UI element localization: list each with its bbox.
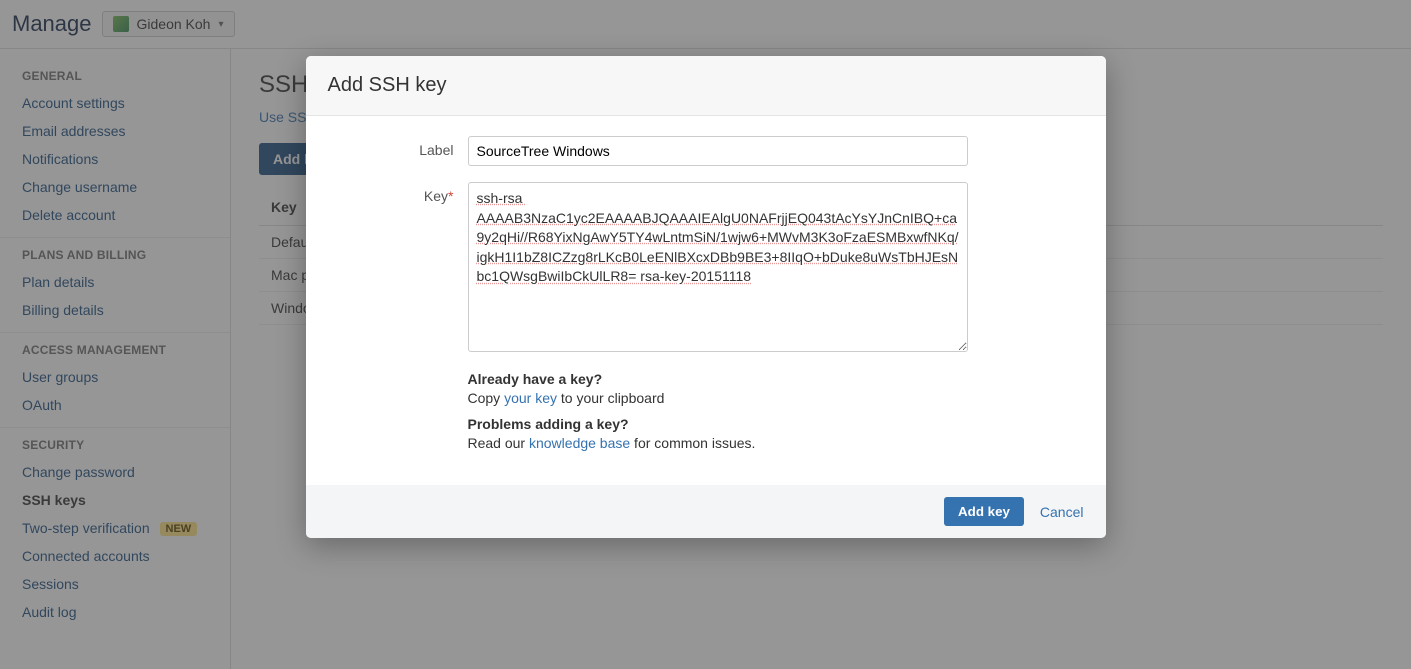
help-problems-title: Problems adding a key?: [468, 416, 1084, 432]
help-already-have-text: Copy your key to your clipboard: [468, 390, 1084, 406]
knowledge-base-link[interactable]: knowledge base: [529, 435, 630, 451]
your-key-link[interactable]: your key: [504, 390, 557, 406]
key-field-label: Key*: [328, 182, 468, 355]
modal-title: Add SSH key: [328, 74, 1084, 97]
add-ssh-key-modal: Add SSH key Label Key* Already have a ke…: [306, 56, 1106, 538]
help-problems-text: Read our knowledge base for common issue…: [468, 435, 1084, 451]
modal-help: Already have a key? Copy your key to you…: [468, 371, 1084, 451]
modal-body: Label Key* Already have a key? Copy your…: [306, 116, 1106, 485]
label-field-label: Label: [328, 136, 468, 166]
modal-header: Add SSH key: [306, 56, 1106, 116]
modal-add-key-button[interactable]: Add key: [944, 497, 1024, 526]
key-textarea[interactable]: [468, 182, 968, 352]
label-input[interactable]: [468, 136, 968, 166]
modal-footer: Add key Cancel: [306, 485, 1106, 538]
modal-cancel-link[interactable]: Cancel: [1040, 504, 1084, 520]
help-already-have-title: Already have a key?: [468, 371, 1084, 387]
